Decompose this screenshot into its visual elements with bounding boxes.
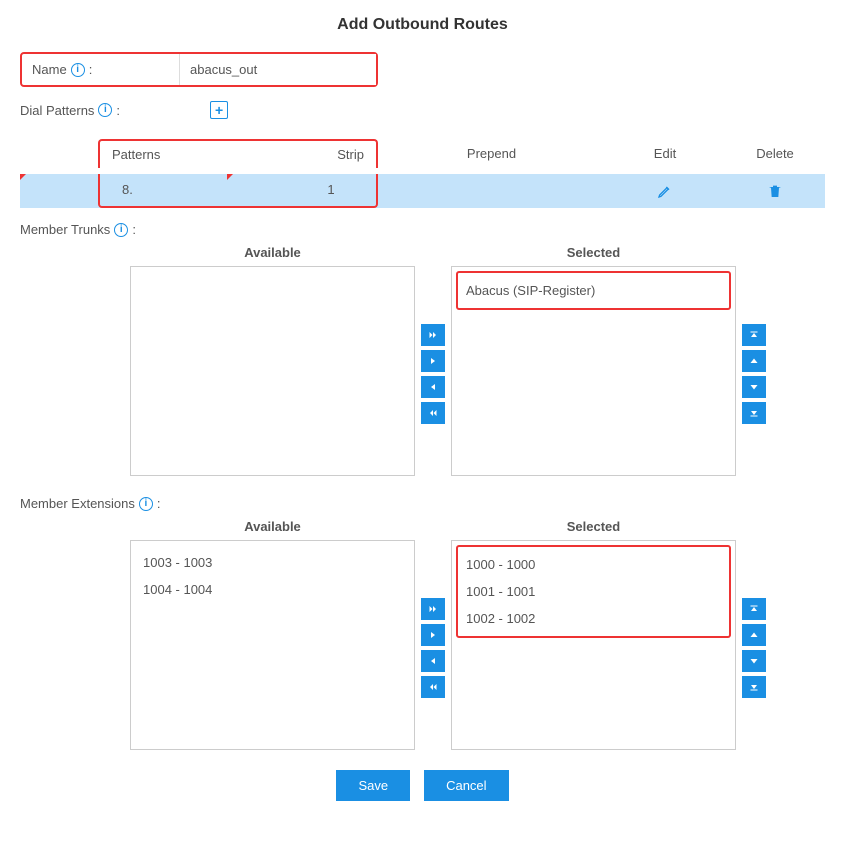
name-group: Name i : <box>20 52 378 87</box>
selected-title: Selected <box>451 245 736 260</box>
info-icon[interactable]: i <box>71 63 85 77</box>
available-title: Available <box>130 245 415 260</box>
colon: : <box>132 222 136 237</box>
patterns-table: Patterns Strip Prepend Edit Delete 8. 1 <box>20 133 825 208</box>
colon: : <box>116 103 120 118</box>
move-all-right-button[interactable] <box>421 598 445 620</box>
list-item[interactable]: 1000 - 1000 <box>464 551 723 578</box>
prepend-cell <box>378 174 605 208</box>
cancel-button[interactable]: Cancel <box>424 770 508 801</box>
info-icon[interactable]: i <box>139 497 153 511</box>
col-strip: Strip <box>286 141 376 168</box>
info-icon[interactable]: i <box>114 223 128 237</box>
table-row[interactable]: 8. 1 <box>20 174 825 208</box>
move-left-button[interactable] <box>421 650 445 672</box>
move-down-button[interactable] <box>742 376 766 398</box>
move-left-button[interactable] <box>421 376 445 398</box>
dial-patterns-label-text: Dial Patterns <box>20 103 94 118</box>
colon: : <box>89 62 93 77</box>
pattern-cell: 8. <box>100 174 286 206</box>
selected-title: Selected <box>451 519 736 534</box>
move-top-button[interactable] <box>742 324 766 346</box>
name-input[interactable] <box>180 54 376 85</box>
strip-cell: 1 <box>286 174 376 206</box>
list-item[interactable]: 1002 - 1002 <box>464 605 723 632</box>
edit-icon[interactable] <box>657 174 673 208</box>
extensions-selected-box[interactable]: 1000 - 10001001 - 10011002 - 1002 <box>451 540 736 750</box>
extensions-move-controls <box>421 598 445 698</box>
trunks-order-controls <box>742 324 766 424</box>
save-button[interactable]: Save <box>336 770 410 801</box>
extensions-available-box[interactable]: 1003 - 10031004 - 1004 <box>130 540 415 750</box>
move-up-button[interactable] <box>742 350 766 372</box>
button-row: Save Cancel <box>20 770 825 801</box>
add-pattern-button[interactable]: + <box>210 101 228 119</box>
member-trunks-label-text: Member Trunks <box>20 222 110 237</box>
member-extensions-duallist: Available 1003 - 10031004 - 1004 Selecte… <box>130 519 825 750</box>
available-title: Available <box>130 519 415 534</box>
move-down-button[interactable] <box>742 650 766 672</box>
trunks-move-controls <box>421 324 445 424</box>
member-extensions-label: Member Extensions i : <box>20 496 825 511</box>
col-prepend: Prepend <box>378 146 605 161</box>
member-trunks-duallist: Available Selected Abacus (SIP-Register) <box>130 245 825 476</box>
name-label-text: Name <box>32 62 67 77</box>
trunks-selected-box[interactable]: Abacus (SIP-Register) <box>451 266 736 476</box>
move-top-button[interactable] <box>742 598 766 620</box>
move-right-button[interactable] <box>421 624 445 646</box>
info-icon[interactable]: i <box>98 103 112 117</box>
extensions-order-controls <box>742 598 766 698</box>
member-extensions-label-text: Member Extensions <box>20 496 135 511</box>
move-bottom-button[interactable] <box>742 676 766 698</box>
move-up-button[interactable] <box>742 624 766 646</box>
list-item[interactable]: Abacus (SIP-Register) <box>464 277 723 304</box>
col-edit: Edit <box>605 146 725 161</box>
move-all-right-button[interactable] <box>421 324 445 346</box>
list-item[interactable]: 1001 - 1001 <box>464 578 723 605</box>
dial-patterns-row: Dial Patterns i : + <box>20 101 825 119</box>
delete-icon[interactable] <box>767 174 783 208</box>
page-title: Add Outbound Routes <box>20 16 825 34</box>
list-item[interactable]: 1004 - 1004 <box>141 576 404 603</box>
trunks-available-box[interactable] <box>130 266 415 476</box>
list-item[interactable]: 1003 - 1003 <box>141 549 404 576</box>
col-delete: Delete <box>725 146 825 161</box>
move-all-left-button[interactable] <box>421 402 445 424</box>
col-patterns: Patterns <box>100 141 286 168</box>
patterns-header: Patterns Strip Prepend Edit Delete <box>20 133 825 174</box>
name-label: Name i : <box>22 54 180 85</box>
move-right-button[interactable] <box>421 350 445 372</box>
move-bottom-button[interactable] <box>742 402 766 424</box>
move-all-left-button[interactable] <box>421 676 445 698</box>
dial-patterns-label: Dial Patterns i : <box>20 103 120 118</box>
name-row: Name i : <box>20 52 825 87</box>
colon: : <box>157 496 161 511</box>
member-trunks-label: Member Trunks i : <box>20 222 825 237</box>
